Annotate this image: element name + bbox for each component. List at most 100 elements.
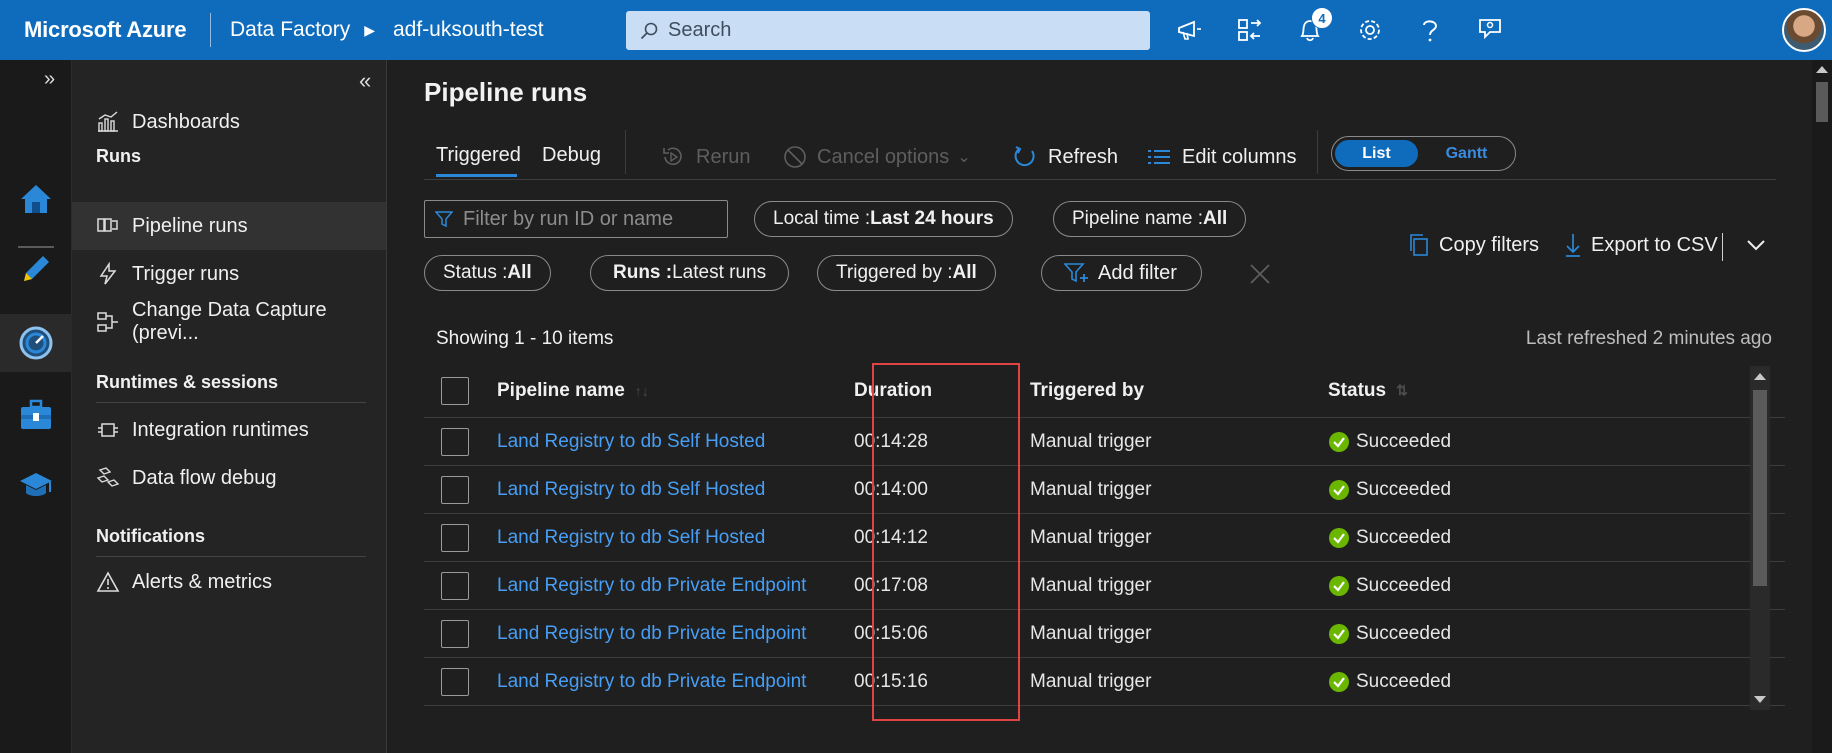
nav-item-change-data-capture[interactable]: Change Data Capture (previ... xyxy=(72,298,386,346)
home-icon[interactable] xyxy=(0,170,72,228)
grid-scroll-thumb[interactable] xyxy=(1753,390,1767,586)
search-icon xyxy=(640,22,658,39)
expand-rail-icon[interactable]: » xyxy=(44,68,55,91)
user-avatar[interactable] xyxy=(1782,8,1826,52)
column-header-pipeline-name[interactable]: Pipeline name ↑↓ xyxy=(497,380,649,402)
select-all-checkbox[interactable] xyxy=(441,376,469,405)
column-label-status: Status xyxy=(1328,379,1387,401)
runs-filter-value: Latest runs xyxy=(672,262,767,283)
nav-label-change-data-capture: Change Data Capture (previ... xyxy=(132,299,327,344)
nav-item-integration-runtimes[interactable]: Integration runtimes xyxy=(72,406,386,454)
view-gantt-button[interactable]: Gantt xyxy=(1418,145,1515,163)
page-scrollbar[interactable] xyxy=(1812,60,1832,753)
pipeline-name-link[interactable]: Land Registry to db Self Hosted xyxy=(497,431,765,453)
scroll-down-arrow-icon[interactable] xyxy=(1754,696,1766,703)
triggered-by-cell: Manual trigger xyxy=(1030,670,1152,692)
triggered-by-filter[interactable]: Triggered by : All xyxy=(817,255,996,291)
page-scroll-up-arrow-icon[interactable] xyxy=(1816,66,1828,73)
grid-scrollbar[interactable] xyxy=(1750,366,1770,710)
sort-icon: ↑↓ xyxy=(634,382,649,399)
page-scroll-thumb[interactable] xyxy=(1816,82,1828,122)
help-icon[interactable] xyxy=(1400,0,1460,60)
pipeline-name-link[interactable]: Land Registry to db Private Endpoint xyxy=(497,623,806,645)
rail-divider xyxy=(18,246,54,248)
tab-debug[interactable]: Debug xyxy=(542,144,601,167)
pipeline-name-link[interactable]: Land Registry to db Private Endpoint xyxy=(497,671,806,693)
status-text: Succeeded xyxy=(1356,622,1452,644)
status-filter-value: All xyxy=(507,262,532,283)
global-search-input[interactable]: Search xyxy=(626,11,1150,50)
runs-filter[interactable]: Runs : Latest runs xyxy=(590,255,790,291)
grid-header-row: Pipeline name ↑↓ Duration Triggered by St… xyxy=(424,364,1785,418)
nav-item-trigger-runs[interactable]: Trigger runs xyxy=(72,250,386,298)
status-filter[interactable]: Status : All xyxy=(424,255,551,291)
local-time-filter-value: Last 24 hours xyxy=(870,208,994,229)
manage-toolbox-icon[interactable] xyxy=(0,386,72,444)
nav-item-dashboards[interactable]: Dashboards xyxy=(72,98,386,146)
row-checkbox[interactable] xyxy=(441,427,469,456)
gear-icon[interactable] xyxy=(1340,0,1400,60)
local-time-filter[interactable]: Local time : Last 24 hours xyxy=(754,201,1013,237)
row-checkbox[interactable] xyxy=(441,571,469,600)
table-row[interactable]: Land Registry to db Self Hosted 00:14:12… xyxy=(424,514,1785,562)
bell-icon[interactable]: 4 xyxy=(1280,0,1340,60)
copy-filters-button[interactable]: Copy filters xyxy=(1408,230,1539,260)
breadcrumb-factory[interactable]: adf-uksouth-test xyxy=(393,18,544,42)
rerun-button[interactable]: Rerun xyxy=(660,140,750,174)
edit-columns-button[interactable]: Edit columns xyxy=(1146,140,1297,174)
row-checkbox[interactable] xyxy=(441,667,469,696)
nav-section-runs: Runs xyxy=(96,146,141,166)
table-row[interactable]: Land Registry to db Self Hosted 00:14:28… xyxy=(424,418,1785,466)
download-arrow-icon xyxy=(1566,234,1580,257)
view-list-button[interactable]: List xyxy=(1335,140,1418,167)
run-filter-input[interactable]: Filter by run ID or name xyxy=(424,200,728,238)
table-row[interactable]: Land Registry to db Self Hosted 00:14:00… xyxy=(424,466,1785,514)
learning-hat-icon[interactable] xyxy=(0,456,72,514)
table-row[interactable]: Land Registry to db Private Endpoint 00:… xyxy=(424,562,1785,610)
nav-item-pipeline-runs[interactable]: Pipeline runs xyxy=(72,202,386,250)
monitor-gauge-icon[interactable] xyxy=(0,314,72,372)
pipeline-name-filter[interactable]: Pipeline name : All xyxy=(1053,201,1247,237)
collapse-nav-icon[interactable]: « xyxy=(359,68,371,94)
view-toggle: List Gantt xyxy=(1331,136,1516,171)
clear-filters-icon[interactable] xyxy=(1248,262,1272,291)
local-time-filter-label: Local time : xyxy=(773,208,871,229)
author-pencil-icon[interactable] xyxy=(0,240,72,298)
feedback-person-icon[interactable] xyxy=(1460,0,1520,60)
monitor-nav-panel: « Dashboards Runs Pipeline runs Trigger … xyxy=(72,60,387,753)
rerun-icon xyxy=(663,147,682,166)
feedback-megaphone-icon[interactable] xyxy=(1160,0,1220,60)
left-rail: » xyxy=(0,60,72,753)
tab-triggered[interactable]: Triggered xyxy=(436,144,521,167)
nav-label-trigger-runs: Trigger runs xyxy=(132,262,240,285)
column-header-status[interactable]: Status ⇅ xyxy=(1328,380,1408,402)
pipeline-name-link[interactable]: Land Registry to db Self Hosted xyxy=(497,527,765,549)
table-row[interactable]: Land Registry to db Private Endpoint 00:… xyxy=(424,610,1785,658)
more-options-chevron-icon[interactable] xyxy=(1746,230,1775,260)
row-checkbox[interactable] xyxy=(441,619,469,648)
refresh-button[interactable]: Refresh xyxy=(1012,140,1118,174)
row-checkbox[interactable] xyxy=(441,523,469,552)
add-filter-button[interactable]: Add filter xyxy=(1041,255,1202,291)
cancel-options-label: Cancel options xyxy=(817,145,950,168)
run-filter-placeholder: Filter by run ID or name xyxy=(463,207,674,230)
export-csv-button[interactable]: Export to CSV xyxy=(1564,230,1718,260)
nav-item-data-flow-debug[interactable]: Data flow debug xyxy=(72,454,386,502)
brand-title[interactable]: Microsoft Azure xyxy=(0,17,210,43)
dashboard-chart-icon xyxy=(98,111,118,132)
edit-columns-icon xyxy=(1148,150,1170,164)
pipeline-name-link[interactable]: Land Registry to db Self Hosted xyxy=(497,479,765,501)
directory-switch-icon[interactable] xyxy=(1220,0,1280,60)
nav-item-alerts-metrics[interactable]: Alerts & metrics xyxy=(72,558,386,606)
scroll-up-arrow-icon[interactable] xyxy=(1754,373,1766,380)
lightning-icon xyxy=(99,262,117,285)
cancel-options-button[interactable]: Cancel options ⌄ xyxy=(783,140,971,174)
pipeline-name-link[interactable]: Land Registry to db Private Endpoint xyxy=(497,575,806,597)
column-header-triggered-by[interactable]: Triggered by xyxy=(1030,380,1144,402)
table-row[interactable]: Land Registry to db Private Endpoint 00:… xyxy=(424,658,1785,706)
status-text: Succeeded xyxy=(1356,430,1452,452)
status-filter-label: Status : xyxy=(443,262,508,283)
change-data-capture-icon xyxy=(97,312,118,332)
breadcrumb-service[interactable]: Data Factory xyxy=(230,18,350,42)
row-checkbox[interactable] xyxy=(441,475,469,504)
